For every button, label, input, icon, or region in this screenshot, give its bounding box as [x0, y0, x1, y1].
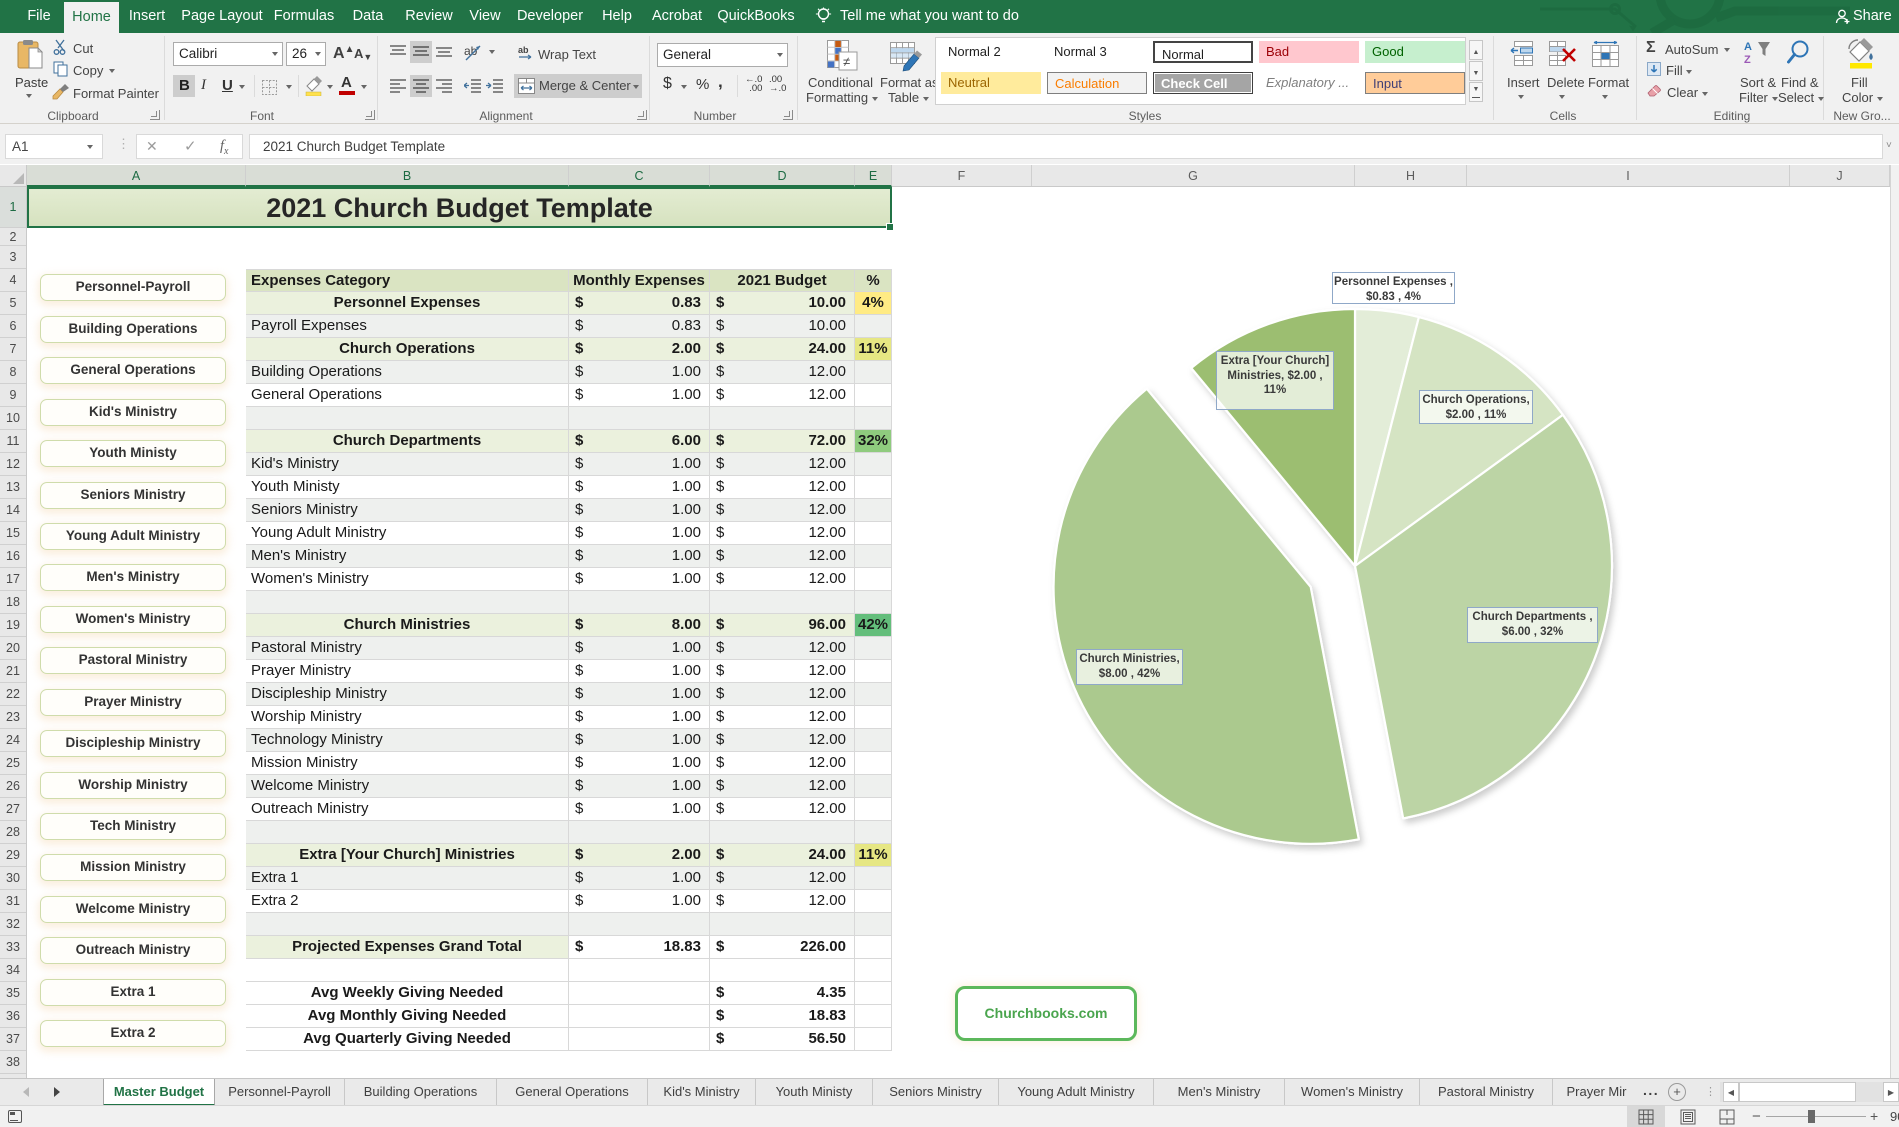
svg-text:ab: ab	[518, 45, 529, 55]
svg-text:≠: ≠	[843, 54, 850, 69]
svg-text:Z: Z	[1744, 54, 1751, 64]
svg-text:A: A	[1744, 41, 1752, 53]
